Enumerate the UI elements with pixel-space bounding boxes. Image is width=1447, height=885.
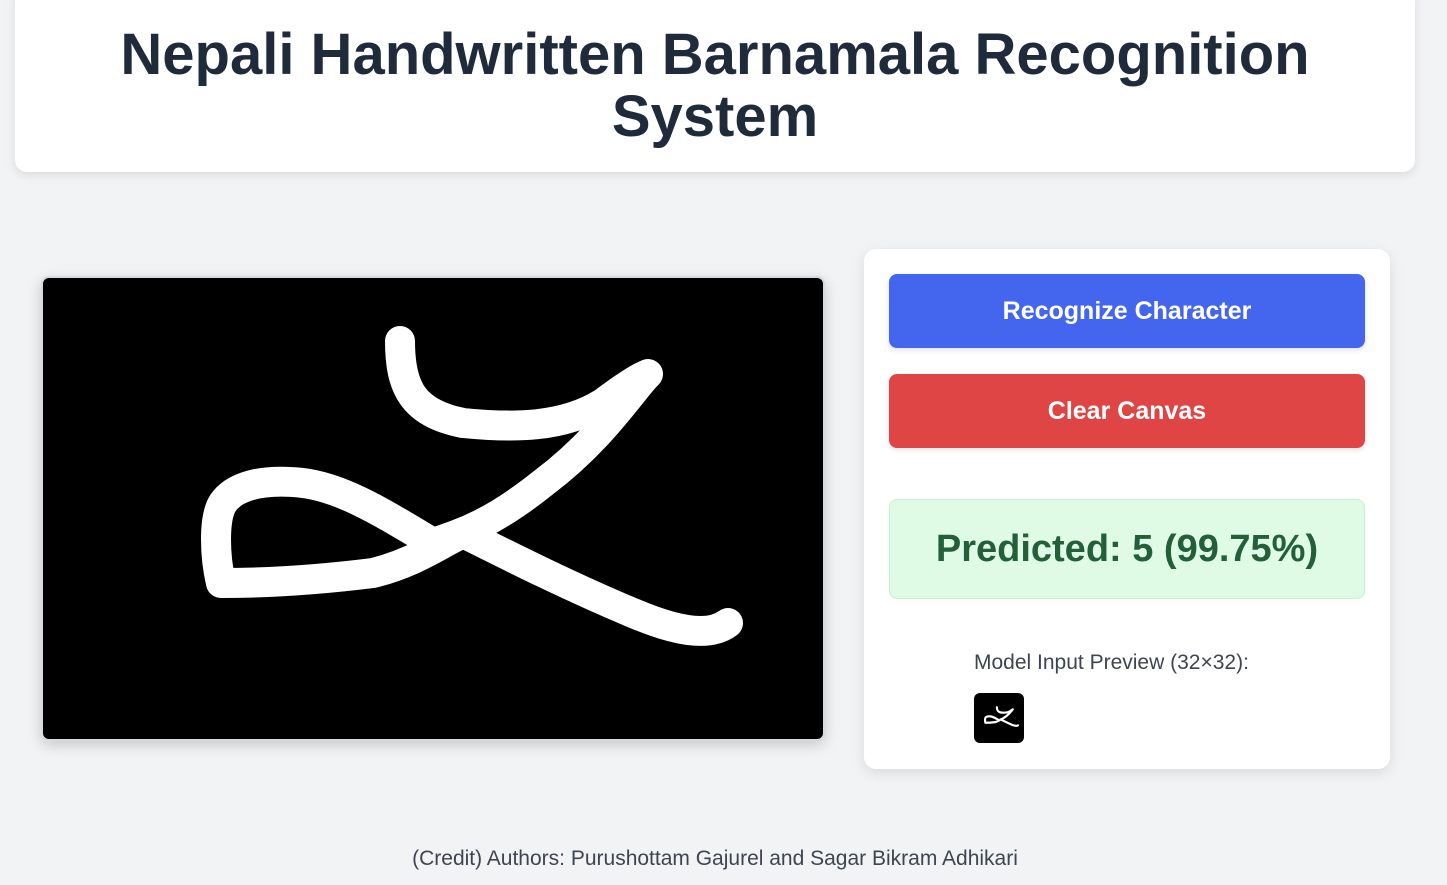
drawing-canvas[interactable] <box>41 276 825 741</box>
control-panel: Recognize Character Clear Canvas Predict… <box>864 249 1390 769</box>
footer-credit: (Credit) Authors: Purushottam Gajurel an… <box>412 847 1018 870</box>
prediction-text: Predicted: 5 (99.75%) <box>935 527 1319 570</box>
handwritten-stroke <box>201 326 743 646</box>
header-card: Nepali Handwritten Barnamala Recognition… <box>15 0 1415 172</box>
page-title: Nepali Handwritten Barnamala Recognition… <box>120 22 1310 149</box>
preview-label: Model Input Preview (32×32): <box>974 651 1249 674</box>
model-input-preview-image <box>974 693 1024 743</box>
prediction-result-box: Predicted: 5 (99.75%) <box>889 499 1365 599</box>
recognize-character-button[interactable]: Recognize Character <box>889 274 1365 348</box>
clear-canvas-button[interactable]: Clear Canvas <box>889 374 1365 448</box>
